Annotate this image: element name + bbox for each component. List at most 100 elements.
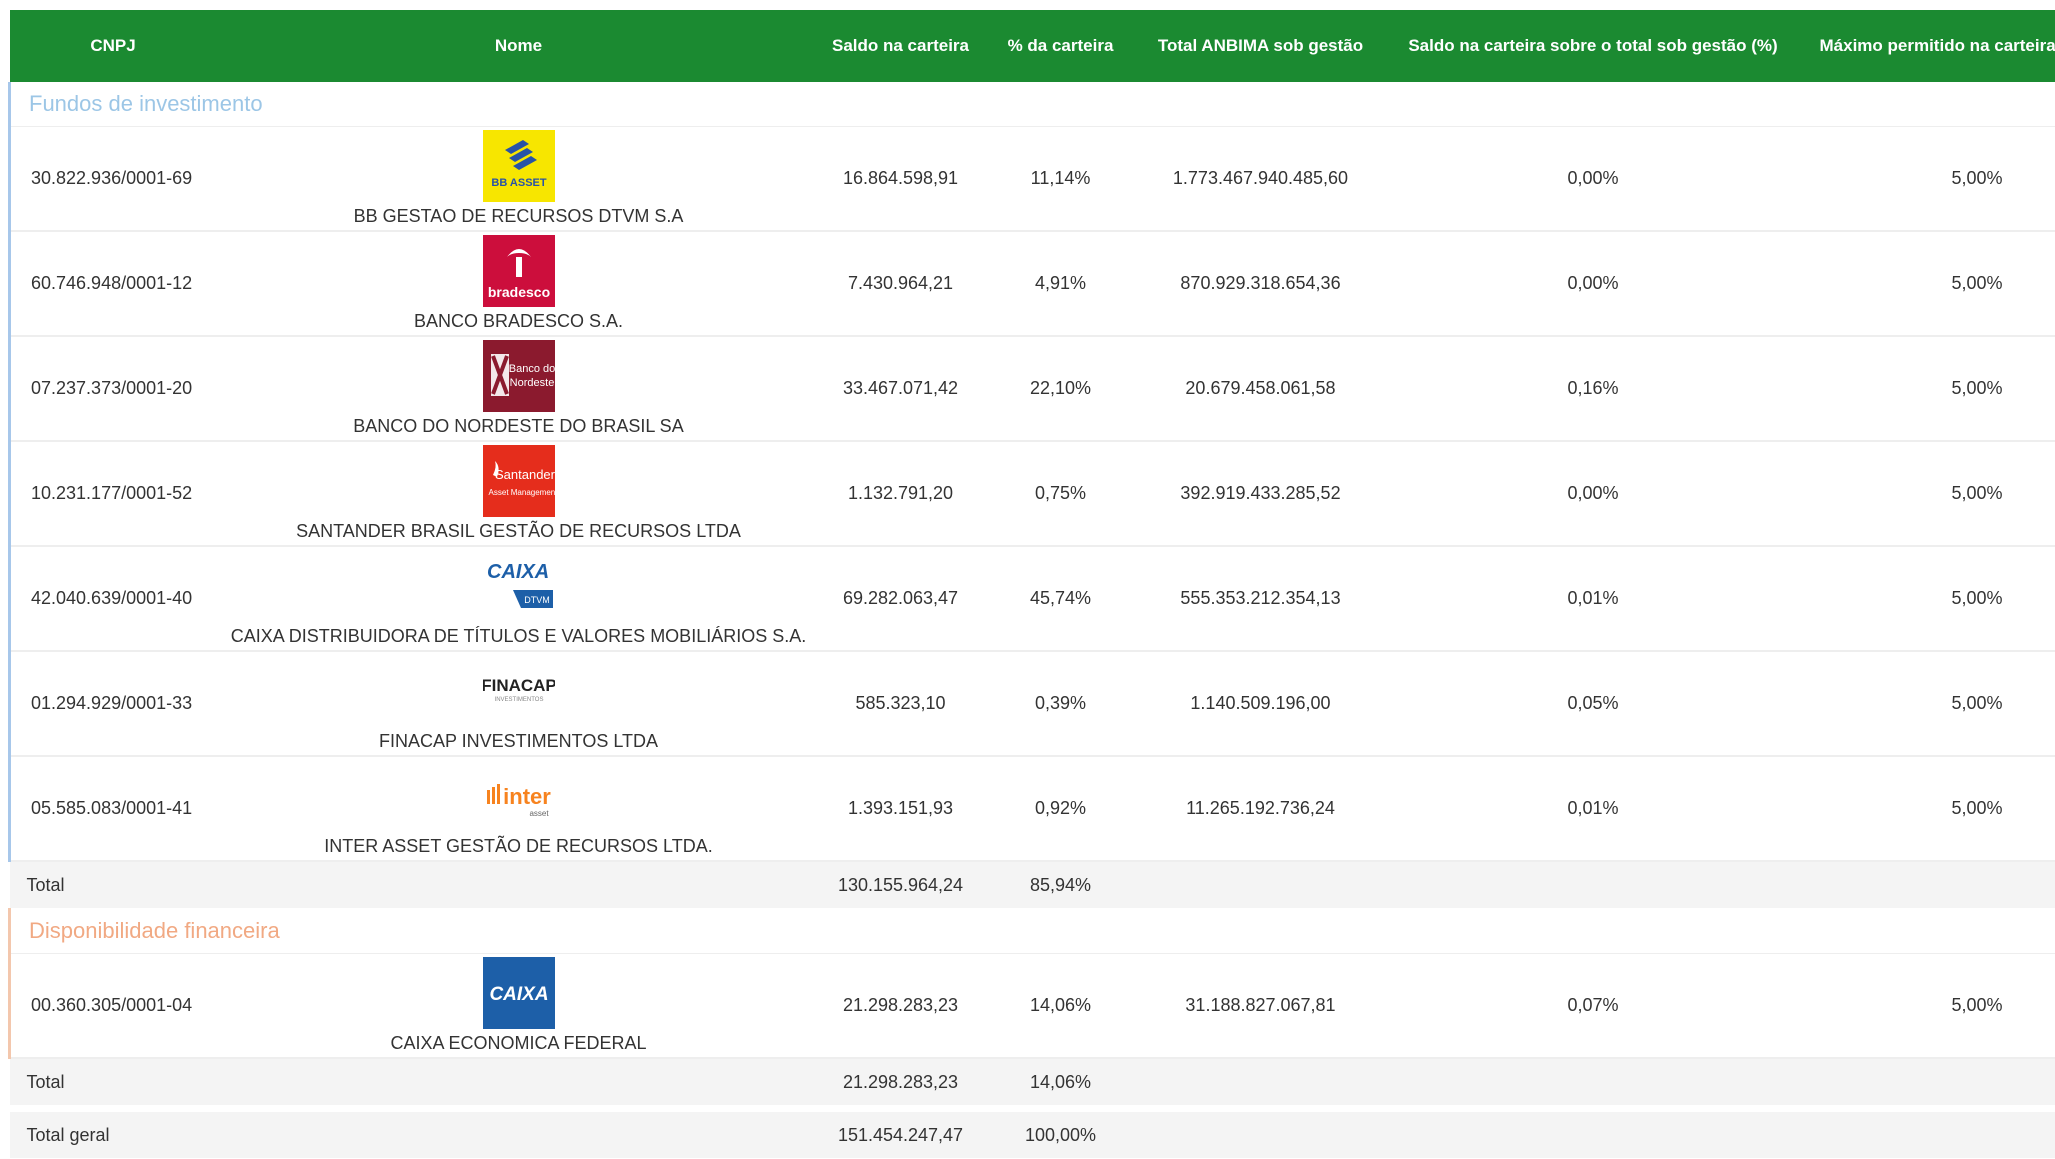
header-pct[interactable]: % da carteira <box>981 10 1141 82</box>
total-anbima-cell: 1.773.467.940.485,60 <box>1141 127 1381 232</box>
nome-cell: BB ASSET BB GESTAO DE RECURSOS DTVM S.A <box>217 127 821 232</box>
table-row[interactable]: 42.040.639/0001-40 CAIXA DTVM CAIXA DIST… <box>10 546 2055 651</box>
nome-text: CAIXA DISTRIBUIDORA DE TÍTULOS E VALORES… <box>231 626 806 647</box>
pct-cell: 0,39% <box>981 651 1141 756</box>
saldo-cell: 1.132.791,20 <box>821 441 981 546</box>
saldo-sobre-cell: 0,01% <box>1381 546 1806 651</box>
maximo-cell: 5,00% <box>1806 546 2055 651</box>
table-header: CNPJ Nome Saldo na carteira % da carteir… <box>10 10 2055 82</box>
header-saldo-sobre[interactable]: Saldo na carteira sobre o total sob gest… <box>1381 10 1806 82</box>
saldo-cell: 585.323,10 <box>821 651 981 756</box>
section-title-fundos: Fundos de investimento <box>10 82 2055 127</box>
nome-text: SANTANDER BRASIL GESTÃO DE RECURSOS LTDA <box>296 521 741 542</box>
cnpj-cell: 30.822.936/0001-69 <box>10 127 217 232</box>
pct-cell: 22,10% <box>981 336 1141 441</box>
maximo-cell: 5,00% <box>1806 651 2055 756</box>
saldo-sobre-cell: 0,01% <box>1381 756 1806 861</box>
total-saldo: 130.155.964,24 <box>821 861 981 909</box>
nome-cell: bradesco BANCO BRADESCO S.A. <box>217 231 821 336</box>
total-label: Total <box>10 861 821 909</box>
nome-text: CAIXA ECONOMICA FEDERAL <box>390 1033 646 1054</box>
nome-cell: CAIXA DTVM CAIXA DISTRIBUIDORA DE TÍTULO… <box>217 546 821 651</box>
cnpj-cell: 07.237.373/0001-20 <box>10 336 217 441</box>
saldo-cell: 33.467.071,42 <box>821 336 981 441</box>
pct-cell: 11,14% <box>981 127 1141 232</box>
svg-text:FINACAP: FINACAP <box>483 676 555 695</box>
total-label: Total <box>10 1058 821 1106</box>
saldo-sobre-cell: 0,00% <box>1381 231 1806 336</box>
cnpj-cell: 10.231.177/0001-52 <box>10 441 217 546</box>
table-row[interactable]: 05.585.083/0001-41 inter asset <box>10 756 2055 861</box>
total-pct: 14,06% <box>981 1058 1141 1106</box>
saldo-sobre-cell: 0,16% <box>1381 336 1806 441</box>
table-row[interactable]: 60.746.948/0001-12 bradesco BANCO BRADES… <box>10 231 2055 336</box>
header-total-anbima[interactable]: Total ANBIMA sob gestão <box>1141 10 1381 82</box>
svg-text:Asset Management: Asset Management <box>488 488 554 497</box>
total-row-disponibilidade: Total 21.298.283,23 14,06% <box>10 1058 2055 1106</box>
total-pct: 85,94% <box>981 861 1141 909</box>
caixa-dtvm-logo: CAIXA DTVM <box>483 550 555 622</box>
nome-cell: FINACAP INVESTIMENTOS FINACAP INVESTIMEN… <box>217 651 821 756</box>
svg-text:Nordeste: Nordeste <box>509 377 554 389</box>
santander-logo: Santander Asset Management <box>483 445 555 517</box>
nome-text: INTER ASSET GESTÃO DE RECURSOS LTDA. <box>324 836 712 857</box>
header-maximo[interactable]: Máximo permitido na carteira <box>1806 10 2055 82</box>
nome-text: BANCO BRADESCO S.A. <box>414 311 623 332</box>
total-row-fundos: Total 130.155.964,24 85,94% <box>10 861 2055 909</box>
total-geral-pct: 100,00% <box>981 1112 1141 1159</box>
maximo-cell: 5,00% <box>1806 231 2055 336</box>
section-title-disponibilidade: Disponibilidade financeira <box>10 909 2055 954</box>
saldo-cell: 1.393.151,93 <box>821 756 981 861</box>
nome-text: BANCO DO NORDESTE DO BRASIL SA <box>353 416 683 437</box>
page: CNPJ Nome Saldo na carteira % da carteir… <box>0 0 2055 1123</box>
pct-cell: 0,75% <box>981 441 1141 546</box>
nome-cell: CAIXA CAIXA ECONOMICA FEDERAL <box>217 954 821 1059</box>
svg-text:inter: inter <box>503 784 551 809</box>
saldo-cell: 21.298.283,23 <box>821 954 981 1059</box>
table-row[interactable]: 07.237.373/0001-20 Banco do Nordeste BAN… <box>10 336 2055 441</box>
header-saldo[interactable]: Saldo na carteira <box>821 10 981 82</box>
svg-text:Santander: Santander <box>495 467 555 482</box>
maximo-cell: 5,00% <box>1806 441 2055 546</box>
nome-cell: Banco do Nordeste BANCO DO NORDESTE DO B… <box>217 336 821 441</box>
table-row[interactable]: 10.231.177/0001-52 Santander Asset Manag… <box>10 441 2055 546</box>
pct-cell: 45,74% <box>981 546 1141 651</box>
svg-text:asset: asset <box>529 809 549 818</box>
svg-text:INVESTIMENTOS: INVESTIMENTOS <box>494 697 543 703</box>
finacap-logo: FINACAP INVESTIMENTOS <box>483 655 555 727</box>
cnpj-cell: 00.360.305/0001-04 <box>10 954 217 1059</box>
table-row[interactable]: 30.822.936/0001-69 BB ASSET BB <box>10 127 2055 232</box>
total-anbima-cell: 870.929.318.654,36 <box>1141 231 1381 336</box>
svg-text:DTVM: DTVM <box>524 595 550 605</box>
maximo-cell: 5,00% <box>1806 127 2055 232</box>
header-cnpj[interactable]: CNPJ <box>10 10 217 82</box>
table-row[interactable]: 00.360.305/0001-04 CAIXA CAIXA ECONOMICA… <box>10 954 2055 1059</box>
total-geral-label: Total geral <box>10 1112 821 1159</box>
pct-cell: 14,06% <box>981 954 1141 1059</box>
total-anbima-cell: 555.353.212.354,13 <box>1141 546 1381 651</box>
nome-text: BB GESTAO DE RECURSOS DTVM S.A <box>354 206 684 227</box>
total-anbima-cell: 20.679.458.061,58 <box>1141 336 1381 441</box>
banco-nordeste-logo: Banco do Nordeste <box>483 340 555 412</box>
table-row[interactable]: 01.294.929/0001-33 FINACAP INVESTIMENTOS… <box>10 651 2055 756</box>
section-disponibilidade: Disponibilidade financeira <box>10 909 2055 954</box>
cnpj-cell: 05.585.083/0001-41 <box>10 756 217 861</box>
svg-text:BB ASSET: BB ASSET <box>491 177 546 189</box>
pct-cell: 4,91% <box>981 231 1141 336</box>
nome-cell: inter asset INTER ASSET GESTÃO DE RECURS… <box>217 756 821 861</box>
maximo-cell: 5,00% <box>1806 756 2055 861</box>
saldo-sobre-cell: 0,00% <box>1381 441 1806 546</box>
total-anbima-cell: 1.140.509.196,00 <box>1141 651 1381 756</box>
inter-asset-logo: inter asset <box>483 760 555 832</box>
bb-asset-logo: BB ASSET <box>483 130 555 202</box>
carteira-table: CNPJ Nome Saldo na carteira % da carteir… <box>8 10 2055 1159</box>
svg-text:bradesco: bradesco <box>487 284 549 300</box>
total-anbima-cell: 31.188.827.067,81 <box>1141 954 1381 1059</box>
maximo-cell: 5,00% <box>1806 336 2055 441</box>
bradesco-logo: bradesco <box>483 235 555 307</box>
nome-text: FINACAP INVESTIMENTOS LTDA <box>379 731 658 752</box>
header-nome[interactable]: Nome <box>217 10 821 82</box>
cnpj-cell: 01.294.929/0001-33 <box>10 651 217 756</box>
total-anbima-cell: 11.265.192.736,24 <box>1141 756 1381 861</box>
total-anbima-cell: 392.919.433.285,52 <box>1141 441 1381 546</box>
